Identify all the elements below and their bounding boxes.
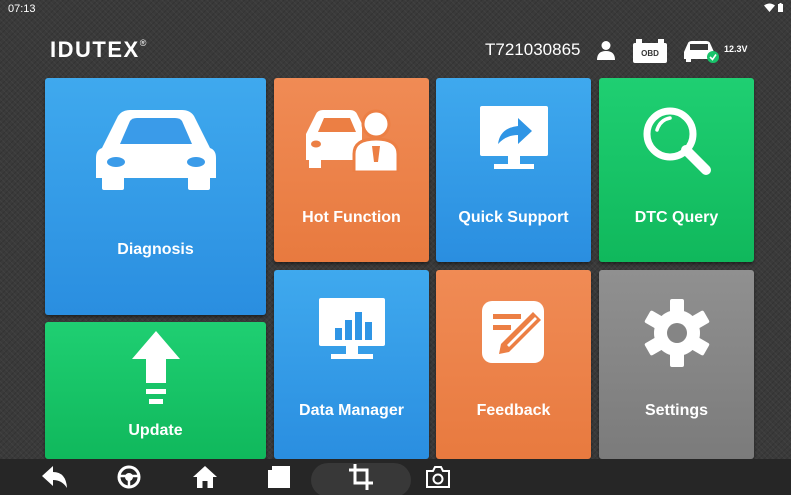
- brand-name: IDUTEX: [50, 37, 140, 62]
- wifi-icon: [764, 3, 776, 12]
- mechanic-car-icon: [305, 109, 399, 172]
- back-button[interactable]: [38, 462, 72, 492]
- remote-support-monitor-icon: [479, 106, 548, 169]
- tile-label: Update: [128, 422, 183, 439]
- battery-icon: [778, 3, 783, 12]
- back-icon: [42, 466, 67, 488]
- bar-chart-monitor-icon: [318, 298, 385, 359]
- car-connected-icon[interactable]: [682, 38, 720, 64]
- tile-quick-support[interactable]: Quick Support: [436, 78, 591, 262]
- vehicle-button[interactable]: [112, 462, 146, 492]
- status-bar: 07:13: [0, 0, 791, 20]
- car-icon: [95, 110, 216, 190]
- tile-feedback[interactable]: Feedback: [436, 270, 591, 459]
- tile-label: Hot Function: [302, 209, 401, 226]
- recent-apps-button[interactable]: [262, 462, 296, 492]
- tile-dtc-query[interactable]: DTC Query: [599, 78, 754, 262]
- tile-diagnosis[interactable]: Diagnosis: [45, 78, 266, 315]
- crop-screenshot-icon: [349, 464, 373, 490]
- camera-icon: [426, 466, 450, 488]
- recent-apps-icon: [268, 466, 290, 488]
- gear-icon: [644, 299, 709, 367]
- obd-label: OBD: [641, 49, 659, 58]
- obd-status[interactable]: OBD: [633, 39, 667, 63]
- voltage-readout: 12.3V: [724, 44, 748, 54]
- tile-update[interactable]: Update: [45, 322, 266, 459]
- magnifier-icon: [643, 107, 711, 175]
- edit-note-icon: [481, 301, 544, 363]
- tile-label: DTC Query: [634, 209, 719, 226]
- tile-hot-function[interactable]: Hot Function: [274, 78, 429, 262]
- screenshot-crop-button[interactable]: [344, 462, 378, 492]
- tile-settings[interactable]: Settings: [599, 270, 754, 459]
- system-icons: [764, 3, 783, 15]
- camera-button[interactable]: [421, 462, 455, 492]
- tile-label: Feedback: [476, 402, 551, 419]
- home-icon: [193, 466, 217, 488]
- upload-arrow-icon: [131, 331, 180, 404]
- user-icon[interactable]: [596, 40, 616, 60]
- home-button[interactable]: [188, 462, 222, 492]
- tile-label: Diagnosis: [117, 241, 194, 258]
- tile-label: Data Manager: [299, 402, 404, 419]
- brand-logo: IDUTEX®: [50, 37, 146, 63]
- status-time: 07:13: [8, 3, 36, 15]
- tile-label: Quick Support: [458, 209, 569, 226]
- device-serial: T721030865: [485, 40, 581, 59]
- registered-mark: ®: [139, 37, 147, 48]
- tile-label: Settings: [644, 402, 709, 419]
- steering-wheel-icon: [117, 465, 141, 489]
- tile-data-manager[interactable]: Data Manager: [274, 270, 429, 459]
